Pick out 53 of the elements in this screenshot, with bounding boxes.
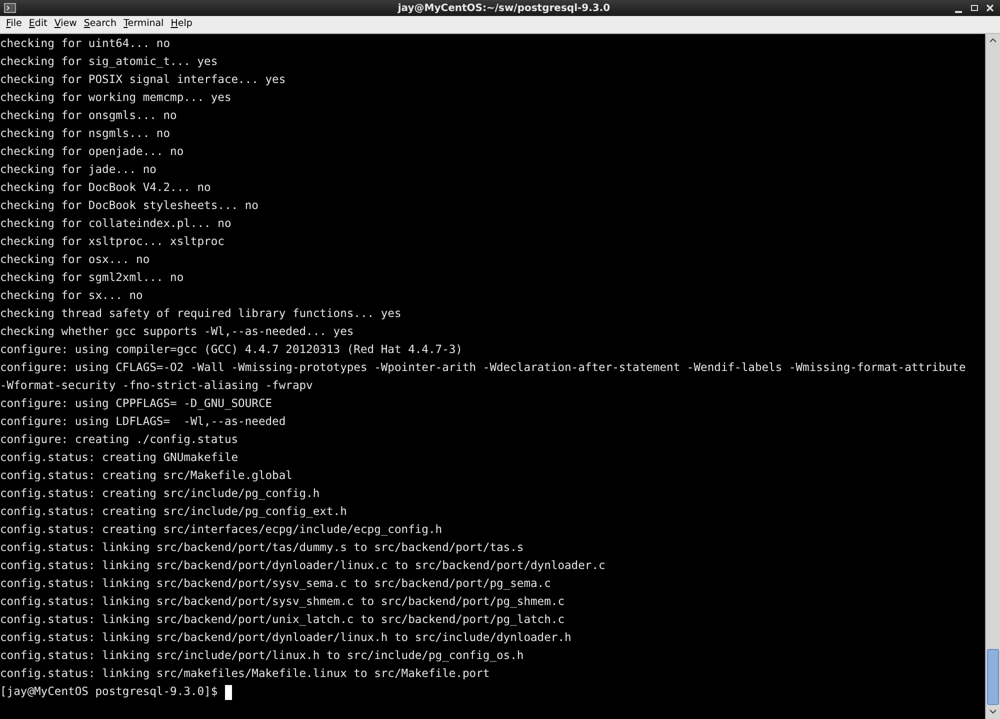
- terminal-icon[interactable]: [4, 3, 16, 13]
- terminal-line: config.status: linking src/include/port/linux.h to src/include/pg_config_os.h: [0, 648, 525, 664]
- terminal-line: config.status: creating src/include/pg_config_ext.h: [0, 504, 348, 520]
- terminal-line: config.status: creating src/include/pg_config.h: [0, 486, 321, 502]
- terminal-line: checking for nsgmls... no: [0, 126, 172, 142]
- terminal-line: configure: using compiler=gcc (GCC) 4.4.7 20120313 (Red Hat 4.4.7-3): [0, 342, 464, 358]
- terminal-line: config.status: creating src/interfaces/ecpg/include/ecpg_config.h: [0, 522, 444, 538]
- terminal-line: checking thread safety of required library functions... yes: [0, 306, 402, 322]
- terminal-line: checking for uint64... no: [0, 36, 172, 52]
- menu-item[interactable]: Search: [80, 17, 120, 32]
- terminal-line: config.status: linking src/backend/port/sysv_shmem.c to src/backend/port/pg_shmem.c: [0, 594, 566, 610]
- terminal-line: config.status: linking src/makefiles/Makefile.linux to src/Makefile.port: [0, 666, 491, 682]
- menu-item[interactable]: View: [51, 17, 80, 32]
- terminal-line: checking for sgml2xml... no: [0, 270, 185, 286]
- terminal-line: config.status: linking src/backend/port/dynloader/linux.c to src/backend/port/dynloader.c: [0, 558, 606, 574]
- terminal-line: checking for collateindex.pl... no: [0, 216, 232, 232]
- terminal-line: checking for POSIX signal interface... yes: [0, 72, 287, 88]
- terminal-line: config.status: creating GNUmakefile: [0, 450, 240, 466]
- terminal-line: configure: using CFLAGS=-O2 -Wall -Wmissing-prototypes -Wpointer-arith -Wdeclaration-after-statement -Wendif-labels -Wmissing-format-attribute: [0, 360, 967, 376]
- maximize-icon: [970, 5, 978, 11]
- close-icon: [986, 4, 994, 12]
- menu-item[interactable]: Edit: [26, 17, 50, 32]
- menu-item[interactable]: Terminal: [120, 17, 167, 32]
- text-cursor: [224, 684, 232, 700]
- maximize-button[interactable]: [968, 2, 980, 14]
- minimize-icon: [954, 11, 962, 14]
- terminal-line: -Wformat-security -fno-strict-aliasing -fwrapv: [0, 378, 314, 394]
- terminal-line: checking for DocBook stylesheets... no: [0, 198, 260, 214]
- shell-prompt: [jay@MyCentOS postgresql-9.3.0]$: [0, 684, 218, 700]
- close-button[interactable]: [984, 2, 996, 14]
- menu-item[interactable]: Help: [168, 17, 196, 32]
- terminal-line: config.status: linking src/backend/port/dynloader/linux.h to src/include/dynloader.h: [0, 630, 572, 646]
- terminal-line: checking for DocBook V4.2... no: [0, 180, 212, 196]
- terminal-line: config.status: creating src/Makefile.global: [0, 468, 294, 484]
- terminal-line: configure: using LDFLAGS= -Wl,--as-needed: [0, 414, 287, 430]
- terminal-line: config.status: linking src/backend/port/tas/dummy.s to src/backend/port/tas.s: [0, 540, 525, 556]
- terminal-line: config.status: linking src/backend/port/sysv_sema.c to src/backend/port/pg_sema.c: [0, 576, 552, 592]
- terminal-line: configure: creating ./config.status: [0, 432, 240, 448]
- terminal-line: checking for onsgmls... no: [0, 108, 178, 124]
- scrollbar-thumb[interactable]: [987, 649, 999, 705]
- window-title: jay@MyCentOS:~/sw/postgresql-9.3.0: [398, 2, 610, 16]
- terminal-line: checking for jade... no: [0, 162, 158, 178]
- terminal-line: config.status: linking src/backend/port/unix_latch.c to src/backend/port/pg_latch.c: [0, 612, 566, 628]
- terminal-line: checking whether gcc supports -Wl,--as-needed... yes: [0, 324, 355, 340]
- terminal-line: checking for osx... no: [0, 252, 151, 268]
- terminal-line: configure: using CPPFLAGS= -D_GNU_SOURCE: [0, 396, 274, 412]
- terminal-line: checking for sx... no: [0, 288, 144, 304]
- terminal-line: checking for sig_atomic_t... yes: [0, 54, 219, 70]
- terminal-line: checking for xsltproc... xsltproc: [0, 234, 226, 250]
- terminal-line: checking for openjade... no: [0, 144, 185, 160]
- terminal-line: checking for working memcmp... yes: [0, 90, 232, 106]
- scrollbar[interactable]: [985, 34, 1000, 719]
- menu-item[interactable]: File: [3, 17, 25, 32]
